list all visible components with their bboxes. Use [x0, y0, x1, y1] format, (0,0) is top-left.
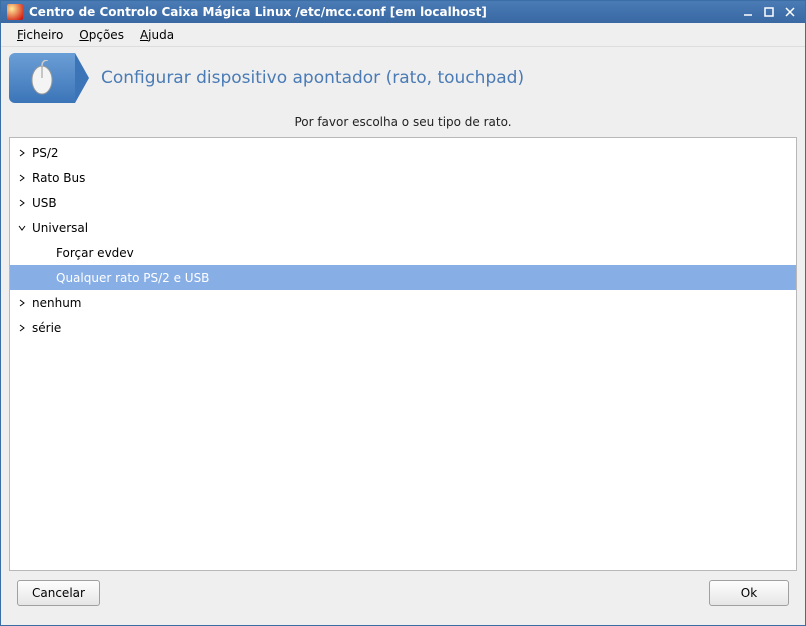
tree-label: PS/2	[32, 146, 59, 160]
minimize-button[interactable]	[739, 5, 757, 19]
tree-item-qualquer-rato[interactable]: Qualquer rato PS/2 e USB	[10, 265, 796, 290]
tree-label: Rato Bus	[32, 171, 85, 185]
mouse-icon	[9, 53, 75, 103]
cancel-button[interactable]: Cancelar	[17, 580, 100, 606]
tree-label: USB	[32, 196, 57, 210]
menu-options[interactable]: Opções	[71, 26, 132, 44]
banner: Configurar dispositivo apontador (rato, …	[9, 53, 797, 103]
menu-file[interactable]: Ficheiro	[9, 26, 71, 44]
window-title: Centro de Controlo Caixa Mágica Linux /e…	[29, 5, 736, 19]
footer: Cancelar Ok	[9, 571, 797, 615]
tree-label: Forçar evdev	[56, 246, 134, 260]
tree-label: nenhum	[32, 296, 82, 310]
tree-item-universal[interactable]: Universal	[10, 215, 796, 240]
close-button[interactable]	[781, 5, 799, 19]
tree-label: Universal	[32, 221, 88, 235]
ok-button[interactable]: Ok	[709, 580, 789, 606]
chevron-right-icon	[16, 297, 28, 309]
chevron-right-icon	[16, 197, 28, 209]
tree-label: Qualquer rato PS/2 e USB	[56, 271, 209, 285]
instruction-text: Por favor escolha o seu tipo de rato.	[9, 105, 797, 137]
page-title: Configurar dispositivo apontador (rato, …	[101, 68, 524, 88]
chevron-down-icon	[16, 222, 28, 234]
maximize-button[interactable]	[760, 5, 778, 19]
menu-help[interactable]: Ajuda	[132, 26, 182, 44]
tree-item-serie[interactable]: série	[10, 315, 796, 340]
window: Centro de Controlo Caixa Mágica Linux /e…	[0, 0, 806, 626]
mouse-type-tree[interactable]: PS/2 Rato Bus USB Universal Forçar evdev…	[9, 137, 797, 571]
tree-item-forcar-evdev[interactable]: Forçar evdev	[10, 240, 796, 265]
tree-item-rato-bus[interactable]: Rato Bus	[10, 165, 796, 190]
titlebar[interactable]: Centro de Controlo Caixa Mágica Linux /e…	[1, 1, 805, 23]
tree-item-nenhum[interactable]: nenhum	[10, 290, 796, 315]
tree-item-ps2[interactable]: PS/2	[10, 140, 796, 165]
menubar: Ficheiro Opções Ajuda	[1, 23, 805, 47]
tree-item-usb[interactable]: USB	[10, 190, 796, 215]
chevron-right-icon	[16, 147, 28, 159]
chevron-right-icon	[16, 172, 28, 184]
content: Configurar dispositivo apontador (rato, …	[1, 47, 805, 625]
app-icon	[7, 4, 23, 20]
tree-label: série	[32, 321, 61, 335]
chevron-right-icon	[16, 322, 28, 334]
